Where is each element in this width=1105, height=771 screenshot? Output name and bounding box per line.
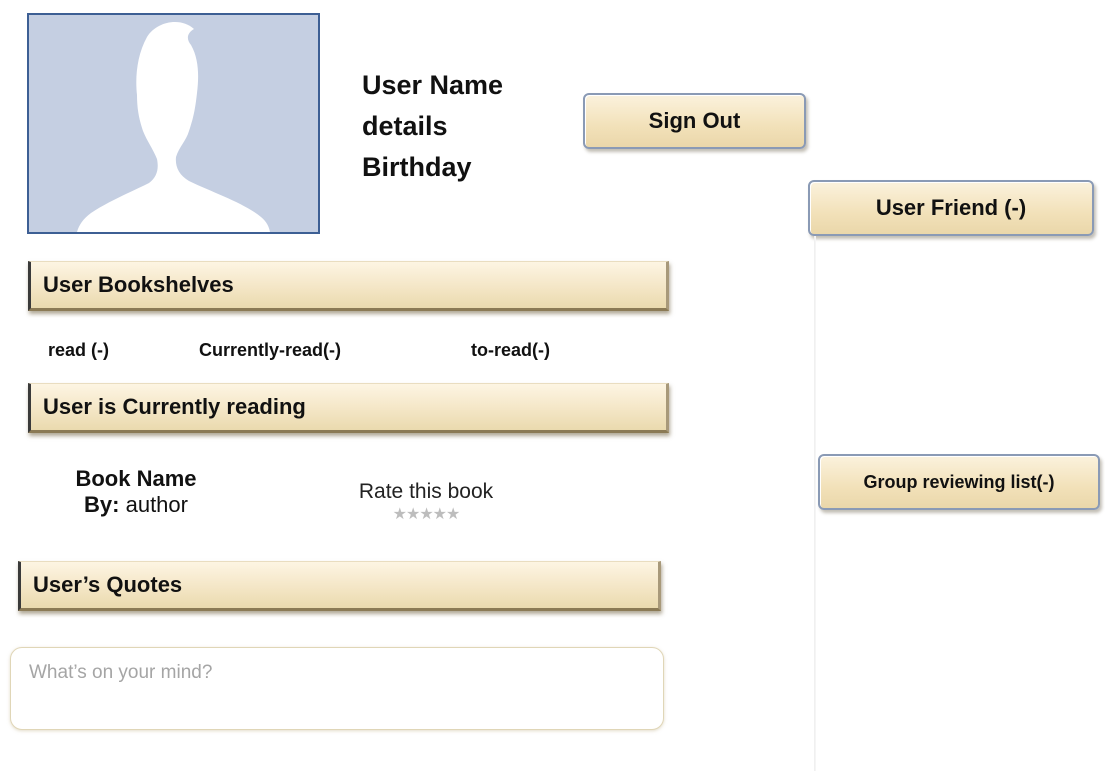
book-title[interactable]: Book Name bbox=[56, 466, 216, 492]
rating-stars[interactable]: ★★★★★ bbox=[326, 504, 526, 524]
currently-reading-header: User is Currently reading bbox=[28, 383, 669, 433]
quotes-header: User’s Quotes bbox=[18, 561, 661, 611]
user-birthday: Birthday bbox=[362, 152, 472, 182]
profile-avatar bbox=[27, 13, 320, 234]
group-reviewing-list-button[interactable]: Group reviewing list(-) bbox=[818, 454, 1100, 510]
shelf-read-link[interactable]: read (-) bbox=[48, 340, 109, 361]
current-book: Book Name By: author bbox=[56, 466, 216, 518]
user-friends-button[interactable]: User Friend (-) bbox=[808, 180, 1094, 236]
sidebar-divider bbox=[814, 236, 816, 771]
shelf-to-read-link[interactable]: to-read(-) bbox=[471, 340, 550, 361]
sign-out-button[interactable]: Sign Out bbox=[583, 93, 806, 149]
bookshelves-header: User Bookshelves bbox=[28, 261, 669, 311]
rate-label: Rate this book bbox=[358, 480, 494, 503]
user-details: details bbox=[362, 111, 448, 141]
book-author[interactable]: author bbox=[126, 492, 188, 517]
shelf-currently-read-link[interactable]: Currently-read(-) bbox=[199, 340, 341, 361]
quote-input[interactable] bbox=[10, 647, 664, 730]
book-author-line: By: author bbox=[56, 492, 216, 518]
by-label: By: bbox=[84, 492, 120, 517]
rate-widget: Rate this book ★★★★★ bbox=[326, 480, 526, 524]
user-silhouette-icon bbox=[77, 22, 270, 232]
user-name: User Name bbox=[362, 70, 504, 100]
